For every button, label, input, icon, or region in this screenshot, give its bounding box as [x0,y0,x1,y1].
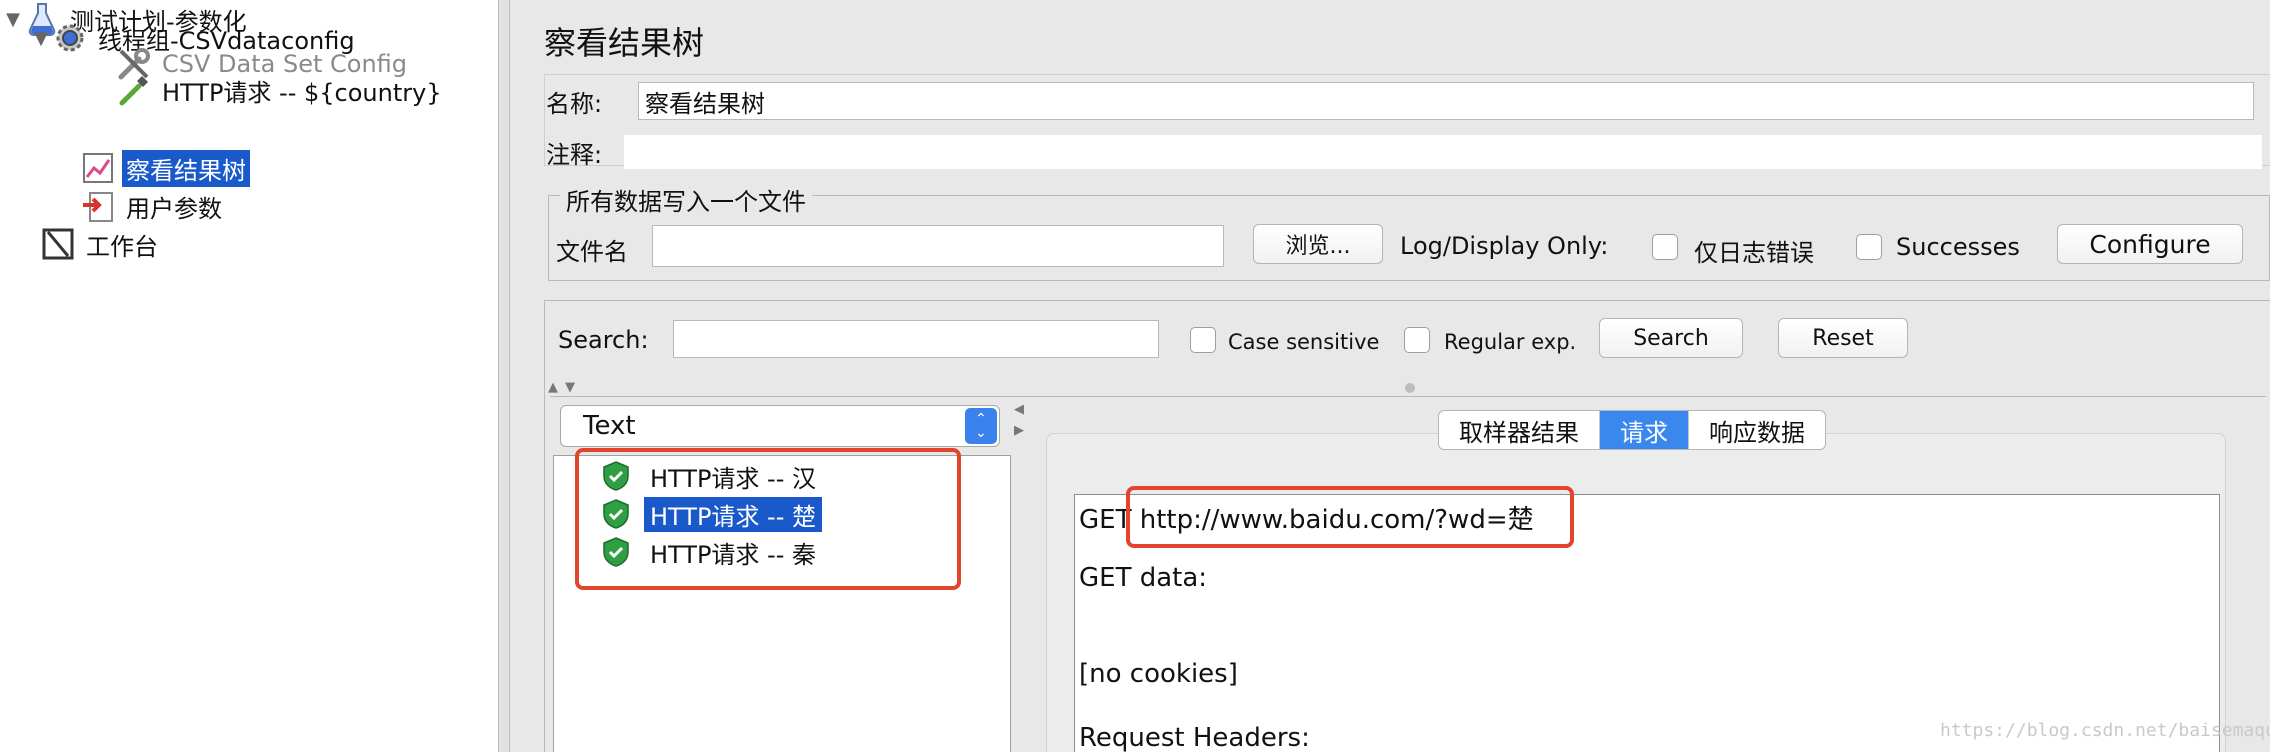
cookies-text: [no cookies] [1079,659,1238,689]
errors-only-checkbox[interactable] [1652,234,1678,260]
test-plan-tree: ▼ 测试计划-参数化 ▼ 线程组-CSVdataconfig CSV Data … [0,0,498,752]
errors-only-label: 仅日志错误 [1694,239,1814,267]
name-input[interactable]: 察看结果树 [638,82,2254,120]
regular-exp-checkbox[interactable] [1404,327,1430,353]
split-left-arrow-icon[interactable]: ◀ [1014,402,1024,417]
configure-button[interactable]: Configure [2057,224,2243,264]
graph-icon [80,150,116,186]
request-headers-label: Request Headers: [1079,723,1310,752]
comment-row: 注释: [546,131,2262,173]
pipette-icon [116,72,152,108]
tree-item-http-request[interactable]: HTTP请求 -- ${country} [116,71,446,109]
name-row: 名称: 察看结果树 [546,80,2254,122]
collapse-down-arrow-icon[interactable]: ▼ [565,380,575,395]
file-group-title: 所有数据写入一个文件 [560,182,812,217]
comment-label: 注释: [546,140,603,169]
reset-button[interactable]: Reset [1778,318,1908,358]
expand-toggle[interactable]: ▼ [30,28,52,49]
user-params-icon [80,188,116,224]
successes-label: Successes [1896,233,2020,261]
request-method: GET [1079,505,1132,535]
tree-item-label: HTTP请求 -- ${country} [162,78,442,107]
splitter-dot-icon[interactable] [1405,383,1415,393]
search-input[interactable] [673,320,1159,358]
renderer-select[interactable]: Text ⌃ ⌄ [560,405,1000,447]
name-label: 名称: [546,89,603,118]
search-button[interactable]: Search [1599,318,1743,358]
watermark: https://blog.csdn.net/baisemaque [1940,720,2270,741]
tab-request[interactable]: 请求 [1600,411,1689,449]
annotation-box-samples [575,448,961,590]
gear-icon [52,20,88,56]
panel-title: 察看结果树 [544,24,705,62]
tree-item-workbench[interactable]: 工作台 [40,225,162,263]
log-display-only-label: Log/Display Only: [1400,232,1609,260]
browse-button[interactable]: 浏览... [1253,224,1383,264]
collapse-up-arrow-icon[interactable]: ▲ [548,380,558,395]
split-right-arrow-icon[interactable]: ▶ [1014,423,1024,438]
tree-item-label: 用户参数 [126,194,222,223]
get-data-label: GET data: [1079,563,1208,593]
filename-input[interactable] [652,225,1224,267]
tree-item-view-results-tree[interactable]: 察看结果树 [80,149,250,187]
workbench-icon [40,226,76,262]
updown-chevron-icon: ⌃ ⌄ [965,408,997,444]
successes-checkbox[interactable] [1856,234,1882,260]
regular-exp-label: Regular exp. [1444,330,1577,354]
annotation-box-url [1126,486,1574,548]
case-sensitive-checkbox[interactable] [1190,327,1216,353]
panel-splitter[interactable] [498,0,510,752]
search-label: Search: [558,326,649,354]
tree-item-label: 工作台 [86,232,158,261]
tab-response-data[interactable]: 响应数据 [1689,411,1825,449]
expand-toggle[interactable]: ▼ [2,9,24,30]
tab-sampler-result[interactable]: 取样器结果 [1439,411,1600,449]
renderer-selected-value: Text [583,411,636,441]
comment-input[interactable] [624,135,2262,169]
tree-item-user-parameters[interactable]: 用户参数 [80,187,226,225]
divider [550,396,2266,397]
result-tabs: 取样器结果 请求 响应数据 [1438,410,1826,450]
case-sensitive-label: Case sensitive [1228,330,1380,354]
filename-label: 文件名 [556,238,628,266]
tree-item-label: 察看结果树 [122,149,250,187]
